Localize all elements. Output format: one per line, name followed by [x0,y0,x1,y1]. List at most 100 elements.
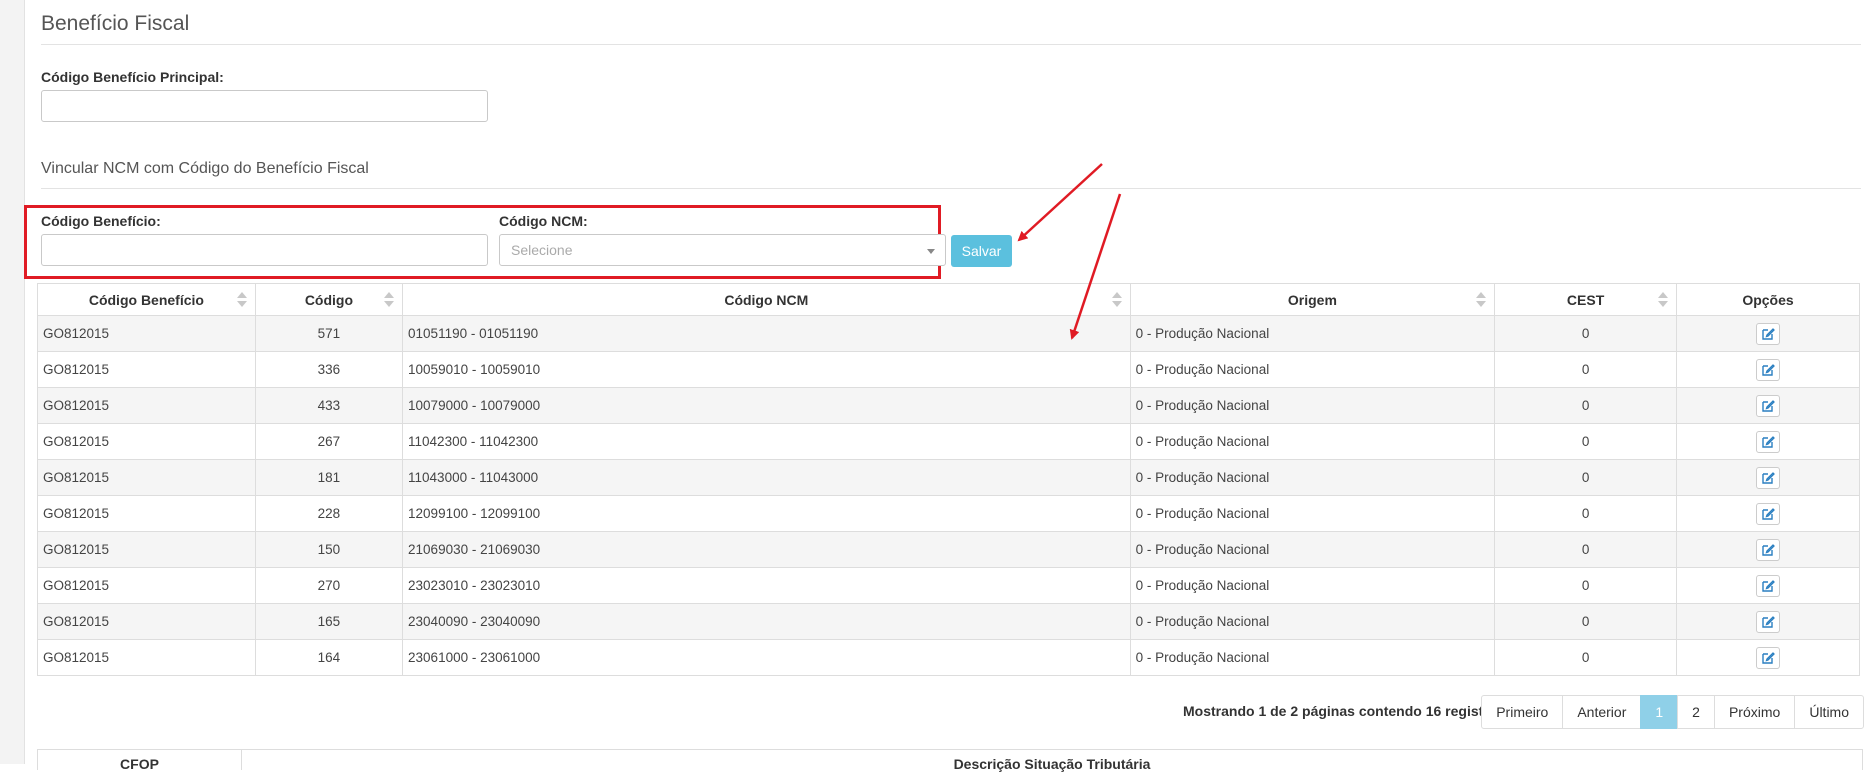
edit-icon [1762,399,1775,412]
edit-icon [1762,327,1775,340]
edit-button[interactable] [1756,322,1780,345]
pagination-prev[interactable]: Anterior [1562,695,1642,729]
table-row: GO812015 336 10059010 - 10059010 0 - Produç… [37,351,1860,388]
cell-codigo-beneficio: GO812015 [37,315,256,352]
cell-codigo-ncm: 10079000 - 10079000 [402,387,1131,424]
edit-icon [1762,543,1775,556]
cell-origem: 0 - Produção Nacional [1129,531,1496,568]
cell-cest: 0 [1494,423,1678,460]
cell-codigo-ncm: 23023010 - 23023010 [402,567,1131,604]
cell-cest: 0 [1494,315,1678,352]
pagination-first[interactable]: Primeiro [1481,695,1564,729]
pagination-page-2[interactable]: 2 [1677,695,1715,729]
cell-codigo: 270 [254,567,404,604]
sort-icon [236,292,247,308]
th-codigo[interactable]: Código [254,283,404,316]
cell-opcoes [1676,603,1860,640]
chevron-down-icon [927,249,935,254]
codigo-beneficio-input[interactable] [41,234,488,266]
edit-button[interactable] [1756,574,1780,597]
divider [41,188,1861,189]
cell-codigo: 164 [254,639,404,676]
codigo-principal-label: Código Benefício Principal: [41,69,224,85]
edit-button[interactable] [1756,502,1780,525]
cell-codigo-beneficio: GO812015 [37,639,256,676]
cell-opcoes [1676,423,1860,460]
cell-codigo: 228 [254,495,404,532]
th-descricao-situacao[interactable]: Descrição Situação Tributária [242,750,1862,772]
cell-codigo-ncm: 10059010 - 10059010 [402,351,1131,388]
edit-button[interactable] [1756,430,1780,453]
th-cfop[interactable]: CFOP [38,750,242,772]
table-row: GO812015 165 23040090 - 23040090 0 - Produç… [37,603,1860,640]
pagination-last[interactable]: Último [1794,695,1864,729]
cell-cest: 0 [1494,639,1678,676]
pagination-next[interactable]: Próximo [1713,695,1796,729]
table-row: GO812015 270 23023010 - 23023010 0 - Produç… [37,567,1860,604]
cell-origem: 0 - Produção Nacional [1129,423,1496,460]
cell-codigo-ncm: 23040090 - 23040090 [402,603,1131,640]
edit-button[interactable] [1756,538,1780,561]
edit-button[interactable] [1756,610,1780,633]
cell-origem: 0 - Produção Nacional [1129,639,1496,676]
th-label: Opções [1742,291,1794,308]
cell-opcoes [1676,567,1860,604]
cell-codigo-ncm: 11043000 - 11043000 [402,459,1131,496]
pagination-page-1[interactable]: 1 [1640,695,1679,729]
cell-codigo-beneficio: GO812015 [37,495,256,532]
cell-cest: 0 [1494,351,1678,388]
cell-opcoes [1676,531,1860,568]
pagination-info: Mostrando 1 de 2 páginas contendo 16 reg… [1183,703,1509,719]
cell-cest: 0 [1494,387,1678,424]
edit-button[interactable] [1756,394,1780,417]
section-title-vincular-ncm: Vincular NCM com Código do Benefício Fis… [41,160,369,177]
cell-opcoes [1676,387,1860,424]
cell-codigo-ncm: 01051190 - 01051190 [402,315,1131,352]
cell-codigo-beneficio: GO812015 [37,531,256,568]
th-origem[interactable]: Origem [1129,283,1496,316]
codigo-ncm-placeholder: Selecione [511,242,573,258]
codigo-ncm-select[interactable]: Selecione [499,234,946,266]
th-codigo-beneficio[interactable]: Código Benefício [37,283,256,316]
sort-icon [1111,292,1122,308]
cell-codigo-beneficio: GO812015 [37,567,256,604]
cell-codigo-ncm: 23061000 - 23061000 [402,639,1131,676]
edit-button[interactable] [1756,646,1780,669]
edit-button[interactable] [1756,466,1780,489]
th-label: Código [304,291,354,308]
codigo-ncm-label: Código NCM: [499,213,588,229]
sort-icon [1658,292,1669,308]
th-cest[interactable]: CEST [1494,283,1678,316]
cell-codigo-ncm: 11042300 - 11042300 [402,423,1131,460]
codigo-beneficio-label: Código Benefício: [41,213,161,229]
cell-cest: 0 [1494,567,1678,604]
edit-icon [1762,435,1775,448]
cell-cest: 0 [1494,459,1678,496]
ncm-table: Código Benefício Código Código NCM Orige… [37,283,1860,676]
cell-opcoes [1676,315,1860,352]
edit-button[interactable] [1756,358,1780,381]
cell-codigo-ncm: 12099100 - 12099100 [402,495,1131,532]
cell-opcoes [1676,351,1860,388]
cell-codigo-beneficio: GO812015 [37,603,256,640]
th-codigo-ncm[interactable]: Código NCM [402,283,1131,316]
table-row: GO812015 150 21069030 - 21069030 0 - Produç… [37,531,1860,568]
edit-icon [1762,615,1775,628]
sort-icon [1476,292,1487,308]
save-button[interactable]: Salvar [951,235,1012,267]
cell-cest: 0 [1494,603,1678,640]
pagination: Primeiro Anterior 1 2 Próximo Último [1481,695,1864,729]
table-row: GO812015 164 23061000 - 23061000 0 - Produç… [37,639,1860,676]
cell-origem: 0 - Produção Nacional [1129,459,1496,496]
cell-codigo-beneficio: GO812015 [37,351,256,388]
codigo-principal-input[interactable] [41,90,488,122]
table-header-row: Código Benefício Código Código NCM Orige… [37,283,1860,316]
edit-icon [1762,471,1775,484]
cell-origem: 0 - Produção Nacional [1129,567,1496,604]
cell-codigo-beneficio: GO812015 [37,459,256,496]
table-row: GO812015 267 11042300 - 11042300 0 - Produç… [37,423,1860,460]
th-label: Código Benefício [88,291,204,308]
cell-codigo: 267 [254,423,404,460]
cell-codigo: 571 [254,315,404,352]
page-content: Benefício Fiscal Código Benefício Princi… [24,0,1864,772]
